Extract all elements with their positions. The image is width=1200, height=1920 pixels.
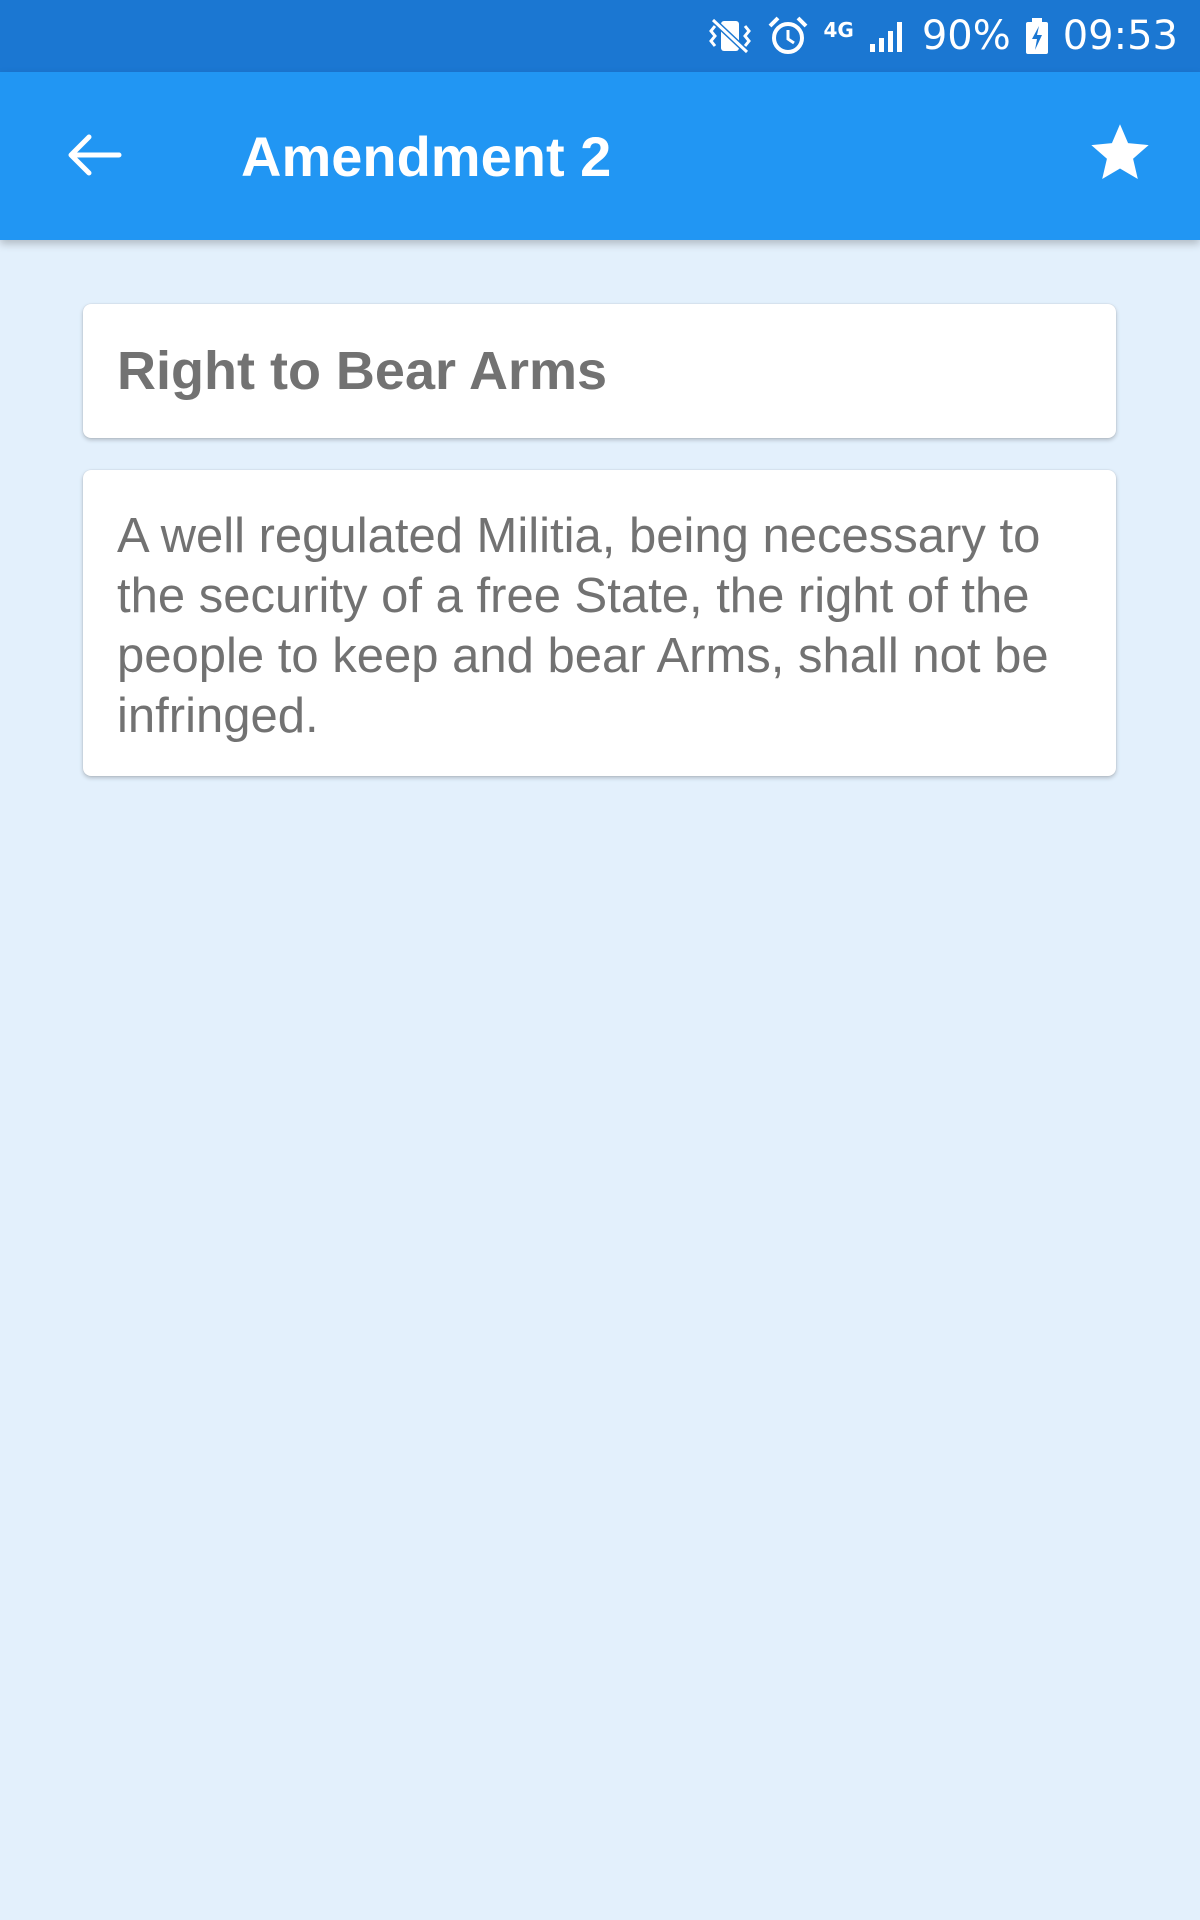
battery-percent: 90%	[921, 13, 1011, 59]
status-icons: 4G 90% 09:53	[707, 0, 1178, 72]
favorite-button[interactable]	[1080, 116, 1160, 196]
battery-charging-icon	[1025, 17, 1049, 55]
vibrate-icon	[707, 16, 753, 56]
star-icon	[1086, 122, 1154, 191]
back-button[interactable]	[54, 122, 134, 192]
page-title: Amendment 2	[241, 125, 612, 188]
alarm-icon	[767, 15, 809, 57]
heading-card: Right to Bear Arms	[83, 304, 1116, 438]
clock: 09:53	[1062, 13, 1178, 59]
signal-icon	[868, 18, 908, 54]
amendment-text: A well regulated Militia, being necessar…	[117, 509, 1049, 743]
app-bar: Amendment 2	[0, 72, 1200, 240]
text-card: A well regulated Militia, being necessar…	[83, 470, 1116, 776]
amendment-heading: Right to Bear Arms	[117, 341, 608, 401]
network-4g-icon: 4G	[823, 18, 854, 42]
arrow-left-icon	[65, 131, 123, 184]
status-bar: 4G 90% 09:53	[0, 0, 1200, 72]
